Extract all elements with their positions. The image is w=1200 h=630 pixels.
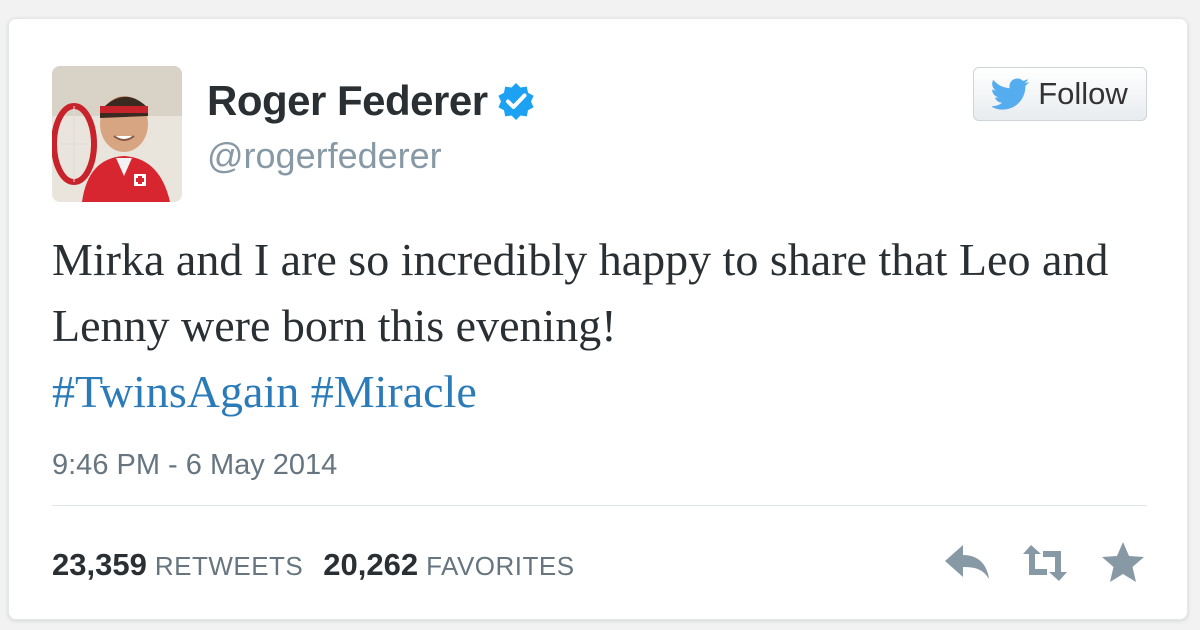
hashtag-link[interactable]: #TwinsAgain [52, 366, 299, 417]
tweet-actions [943, 541, 1147, 585]
avatar[interactable] [52, 66, 182, 202]
follow-button[interactable]: Follow [973, 67, 1147, 121]
retweets-count[interactable]: 23,359 [52, 547, 147, 583]
user-handle[interactable]: @rogerfederer [207, 135, 442, 177]
reply-icon[interactable] [943, 541, 991, 585]
hashtag-link[interactable]: #Miracle [311, 366, 477, 417]
tweet-stats: 23,359 RETWEETS 20,262 FAVORITES [52, 547, 595, 583]
star-icon[interactable] [1099, 541, 1147, 585]
tweet-timestamp[interactable]: 9:46 PM - 6 May 2014 [52, 449, 337, 482]
user-name-row: Roger Federer [207, 77, 536, 125]
user-name[interactable]: Roger Federer [207, 77, 488, 125]
retweets-label[interactable]: RETWEETS [155, 551, 303, 582]
twitter-bird-icon [992, 78, 1030, 110]
tweet-text: Mirka and I are so incredibly happy to s… [52, 234, 1109, 351]
favorites-count[interactable]: 20,262 [323, 547, 418, 583]
divider [52, 505, 1147, 506]
verified-badge-icon [496, 81, 536, 121]
favorites-label[interactable]: FAVORITES [426, 551, 575, 582]
retweet-icon[interactable] [1021, 541, 1069, 585]
tweet-hashtags: #TwinsAgain #Miracle [52, 359, 477, 425]
follow-label: Follow [1038, 76, 1128, 111]
tweet-card: Roger Federer @rogerfederer Follow Mirka… [8, 18, 1188, 620]
